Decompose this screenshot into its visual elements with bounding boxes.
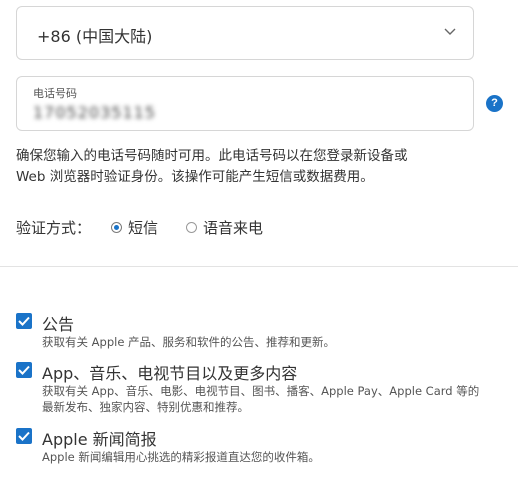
phone-notice-text: 确保您输入的电话号码随时可用。此电话号码以在您登录新设备或 Web 浏览器时验证… [16,146,486,188]
radio-voice-option[interactable]: 语音来电 [186,217,263,238]
country-code-select[interactable]: +86 (中国大陆) [16,6,474,60]
notice-line-2: Web 浏览器时验证身份。该操作可能产生短信或数据费用。 [16,169,374,185]
radio-voice-icon[interactable] [186,221,198,233]
phone-number-input[interactable]: 17052035115 [33,103,156,122]
apple-news-description: Apple 新闻编辑用心挑选的精彩报道直达您的收件箱。 [42,450,320,464]
checkmark-icon [18,316,30,326]
verification-method-label: 验证方式： [16,218,92,237]
phone-number-label: 电话号码 [33,87,77,100]
checkmark-icon [18,431,30,441]
phone-number-field[interactable]: 电话号码 17052035115 [16,76,474,131]
chevron-down-icon [444,28,456,35]
radio-sms-label: 短信 [128,218,159,237]
radio-sms-option[interactable]: 短信 [111,217,158,238]
announcements-title: 公告 [42,315,75,334]
radio-voice-label: 语音来电 [203,218,264,237]
announcements-description: 获取有关 Apple 产品、服务和软件的公告、推荐和更新。 [42,335,336,349]
country-code-value: +86 (中国大陆) [37,27,153,46]
verification-method-group: 验证方式： 短信 语音来电 [16,216,291,238]
apple-news-title: Apple 新闻简报 [42,430,157,449]
checkbox-announcements[interactable] [16,313,32,329]
checkbox-apps-music[interactable] [16,362,32,378]
section-divider [0,266,518,267]
checkbox-apple-news[interactable] [16,428,32,444]
apps-music-description: 获取有关 App、音乐、电影、电视节目、图书、播客、Apple Pay、Appl… [42,384,480,414]
apps-music-title: App、音乐、电视节目以及更多内容 [42,364,298,383]
checkmark-icon [18,365,30,375]
notice-line-1: 确保您输入的电话号码随时可用。此电话号码以在您登录新设备或 [16,148,408,164]
radio-sms-icon[interactable] [111,221,123,233]
help-icon[interactable]: ? [486,95,503,112]
